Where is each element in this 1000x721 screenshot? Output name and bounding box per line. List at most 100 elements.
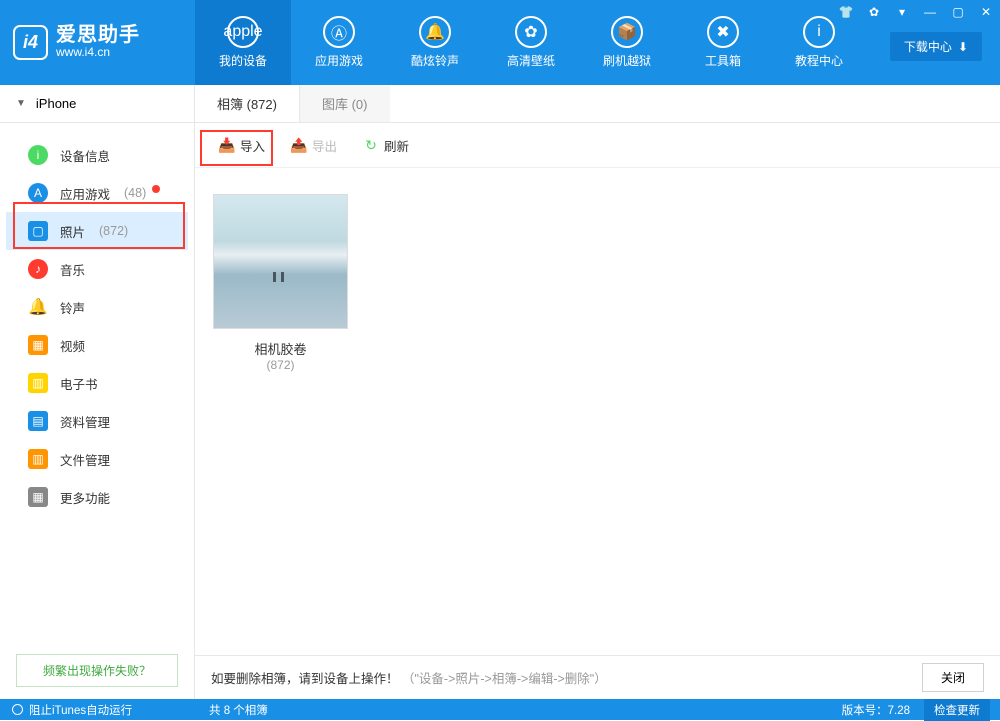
settings-icon[interactable]: ✿ <box>860 0 888 24</box>
sidebar-count: (48) <box>124 186 146 200</box>
import-label: 导入 <box>240 136 265 155</box>
logo-badge-icon: i4 <box>13 25 48 60</box>
logo: i4 爱思助手 www.i4.cn <box>0 0 195 85</box>
shirt-icon[interactable]: 👕 <box>832 0 860 24</box>
sidebar-label: 应用游戏 <box>60 184 110 203</box>
refresh-label: 刷新 <box>384 136 409 155</box>
nav-label: 高清壁纸 <box>507 52 555 69</box>
nav-item-apple[interactable]: apple我的设备 <box>195 0 291 85</box>
album-count: (872) <box>213 358 348 372</box>
album-name: 相机胶卷 <box>213 339 348 358</box>
app-url: www.i4.cn <box>56 45 140 59</box>
download-center-button[interactable]: 下载中心 ⬇ <box>890 32 982 61</box>
export-icon: 📤 <box>291 137 307 153</box>
apple-icon: apple <box>227 16 259 48</box>
hint-bar: 如要删除相簿，请到设备上操作！ （"设备->照片->相簿->编辑->删除"） 关… <box>195 655 1000 699</box>
tabs: 相簿 (872) 图库 (0) <box>195 85 1000 123</box>
close-button[interactable]: 关闭 <box>922 663 984 692</box>
sidebar-label: 电子书 <box>60 374 98 393</box>
sidebar-label: 视频 <box>60 336 85 355</box>
sidebar-item[interactable]: ♪ 音乐 <box>6 250 188 288</box>
tab[interactable]: 相簿 (872) <box>195 85 300 122</box>
nav-label: 应用游戏 <box>315 52 363 69</box>
album-item[interactable]: 相机胶卷 (872) <box>213 194 348 372</box>
sidebar-item[interactable]: A 应用游戏 (48) <box>6 174 188 212</box>
sidebar-label: 文件管理 <box>60 450 110 469</box>
sidebar-label: 音乐 <box>60 260 85 279</box>
sidebar-item[interactable]: ▦ 更多功能 <box>6 478 188 516</box>
sidebar-icon: ▥ <box>28 449 48 469</box>
minimize-icon[interactable]: — <box>916 0 944 24</box>
sidebar-item[interactable]: ▤ 资料管理 <box>6 402 188 440</box>
sidebar: ▼ iPhone i 设备信息 A 应用游戏 (48) ▢照片(872) ♪ 音乐 🔔 铃声 ▦ 视频… <box>0 85 195 699</box>
A-icon: Ⓐ <box>323 16 355 48</box>
nav-label: 酷炫铃声 <box>411 52 459 69</box>
sidebar-icon: ▦ <box>28 487 48 507</box>
i-icon: i <box>803 16 835 48</box>
sidebar-item[interactable]: i 设备信息 <box>6 136 188 174</box>
toolbar: 📥 导入 📤 导出 ↻ 刷新 <box>195 123 1000 168</box>
device-selector[interactable]: ▼ iPhone <box>0 85 194 123</box>
sidebar-label: 铃声 <box>60 298 85 317</box>
sidebar-count: (872) <box>99 224 128 238</box>
sidebar-icon: 🔔 <box>28 297 48 317</box>
menu-icon[interactable]: ▾ <box>888 0 916 24</box>
album-summary: 共 8 个相簿 <box>195 702 842 718</box>
nav-item-box[interactable]: 📦刷机越狱 <box>579 0 675 85</box>
sidebar-icon: ▤ <box>28 411 48 431</box>
box-icon: 📦 <box>611 16 643 48</box>
import-button[interactable]: 📥 导入 <box>209 132 275 159</box>
album-thumbnail <box>213 194 348 329</box>
nav-item-flower[interactable]: ✿ 高清壁纸 <box>483 0 579 85</box>
refresh-button[interactable]: ↻ 刷新 <box>353 132 419 159</box>
sidebar-icon: ▦ <box>28 335 48 355</box>
close-icon[interactable]: ✕ <box>972 0 1000 24</box>
sidebar-icon: i <box>28 145 48 165</box>
help-link[interactable]: 频繁出现操作失败？ <box>16 654 178 687</box>
sidebar-icon: A <box>28 183 48 203</box>
version-text: 版本号：7.28 <box>842 702 910 718</box>
wrench-icon: ✖ <box>707 16 739 48</box>
footer: 阻止iTunes自动运行 共 8 个相簿 版本号：7.28 检查更新 <box>0 699 1000 720</box>
refresh-icon: ↻ <box>363 137 379 153</box>
flower-icon: ✿ <box>515 16 547 48</box>
device-name: iPhone <box>36 96 76 111</box>
import-icon: 📥 <box>219 137 235 153</box>
notification-dot-icon <box>152 185 160 193</box>
sidebar-icon: ▥ <box>28 373 48 393</box>
nav-item-wrench[interactable]: ✖ 工具箱 <box>675 0 771 85</box>
header: i4 爱思助手 www.i4.cn apple我的设备 Ⓐ 应用游戏 🔔 酷炫铃声 ✿ 高清… <box>0 0 1000 85</box>
sidebar-icon: ♪ <box>28 259 48 279</box>
album-grid: 相机胶卷 (872) <box>195 168 1000 655</box>
sidebar-item[interactable]: 🔔 铃声 <box>6 288 188 326</box>
nav-label: 工具箱 <box>705 52 741 69</box>
sidebar-label: 资料管理 <box>60 412 110 431</box>
sidebar-item[interactable]: ▢照片(872) <box>6 212 188 250</box>
sidebar-item[interactable]: ▦ 视频 <box>6 326 188 364</box>
hint-text: 如要删除相簿，请到设备上操作！ <box>211 672 399 686</box>
main: 相簿 (872) 图库 (0) 📥 导入 📤 导出 ↻ 刷新 相机胶卷 (872)… <box>195 85 1000 699</box>
itunes-toggle[interactable]: 阻止iTunes自动运行 <box>0 702 195 718</box>
nav-label: 教程中心 <box>795 52 843 69</box>
nav-item-bell[interactable]: 🔔 酷炫铃声 <box>387 0 483 85</box>
bell-icon: 🔔 <box>419 16 451 48</box>
tab-label: 图库 (0) <box>322 94 368 113</box>
tab[interactable]: 图库 (0) <box>300 85 391 122</box>
nav-item-A[interactable]: Ⓐ 应用游戏 <box>291 0 387 85</box>
sidebar-label: 设备信息 <box>60 146 110 165</box>
export-label: 导出 <box>312 136 337 155</box>
app-title: 爱思助手 <box>56 25 140 45</box>
check-update-button[interactable]: 检查更新 <box>924 699 990 721</box>
sidebar-icon: ▢ <box>28 221 48 241</box>
sidebar-label: 更多功能 <box>60 488 110 507</box>
chevron-down-icon: ▼ <box>16 98 26 109</box>
sidebar-item[interactable]: ▥ 文件管理 <box>6 440 188 478</box>
itunes-label: 阻止iTunes自动运行 <box>29 702 132 718</box>
hint-path: （"设备->照片->相簿->编辑->删除"） <box>402 672 607 686</box>
window-controls: 👕 ✿ ▾ — ▢ ✕ <box>832 0 1000 24</box>
toggle-circle-icon <box>12 704 23 715</box>
tab-label: 相簿 (872) <box>217 94 277 113</box>
download-center-label: 下载中心 <box>904 38 952 55</box>
maximize-icon[interactable]: ▢ <box>944 0 972 24</box>
sidebar-item[interactable]: ▥ 电子书 <box>6 364 188 402</box>
